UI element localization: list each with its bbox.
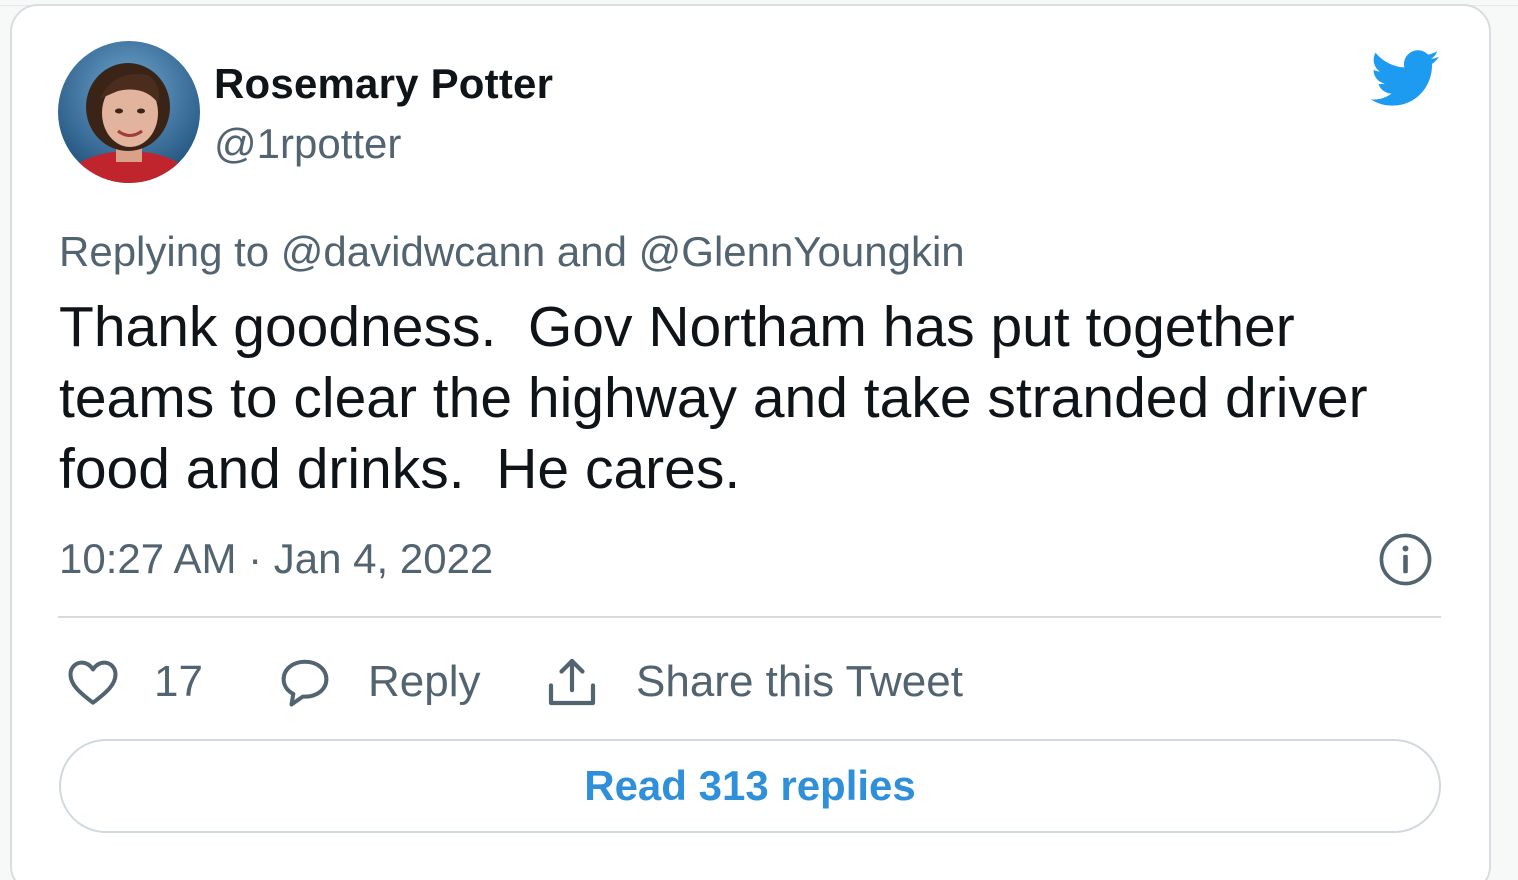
replying-conjunction: and <box>556 228 627 275</box>
avatar[interactable] <box>58 41 200 183</box>
info-icon[interactable] <box>1378 532 1433 587</box>
like-button[interactable]: 17 <box>66 650 203 714</box>
heart-icon <box>68 660 118 705</box>
read-replies-label: Read 313 replies <box>584 762 916 809</box>
page: Rosemary Potter @1rpotter Replying to @d… <box>0 0 1518 880</box>
speech-bubble-icon <box>281 659 329 707</box>
divider <box>58 616 1441 618</box>
author-handle[interactable]: @1rpotter <box>214 120 401 168</box>
mention-davidwcann[interactable]: @davidwcann <box>281 228 545 275</box>
reply-label: Reply <box>368 657 481 706</box>
mention-glennyoungkin[interactable]: @GlennYoungkin <box>639 228 965 275</box>
tweet-text: Thank goodness. Gov Northam has put toge… <box>59 295 1368 501</box>
reply-button[interactable]: Reply <box>278 650 481 714</box>
replying-prefix: Replying to <box>59 228 270 275</box>
author-name[interactable]: Rosemary Potter <box>214 60 553 108</box>
share-upload-icon <box>548 658 596 706</box>
avatar-image <box>58 41 200 183</box>
twitter-bird-icon[interactable] <box>1368 48 1440 108</box>
share-button[interactable]: Share this Tweet <box>544 650 963 714</box>
like-count: 17 <box>154 657 203 706</box>
read-replies-button[interactable]: Read 313 replies <box>59 739 1441 833</box>
share-label: Share this Tweet <box>636 657 963 706</box>
replying-to-line: Replying to @davidwcann and @GlennYoungk… <box>59 228 965 276</box>
tweet-timestamp[interactable]: 10:27 AM · Jan 4, 2022 <box>59 535 493 583</box>
tweet-actions: 17 Reply Share this Tweet <box>58 650 1458 714</box>
